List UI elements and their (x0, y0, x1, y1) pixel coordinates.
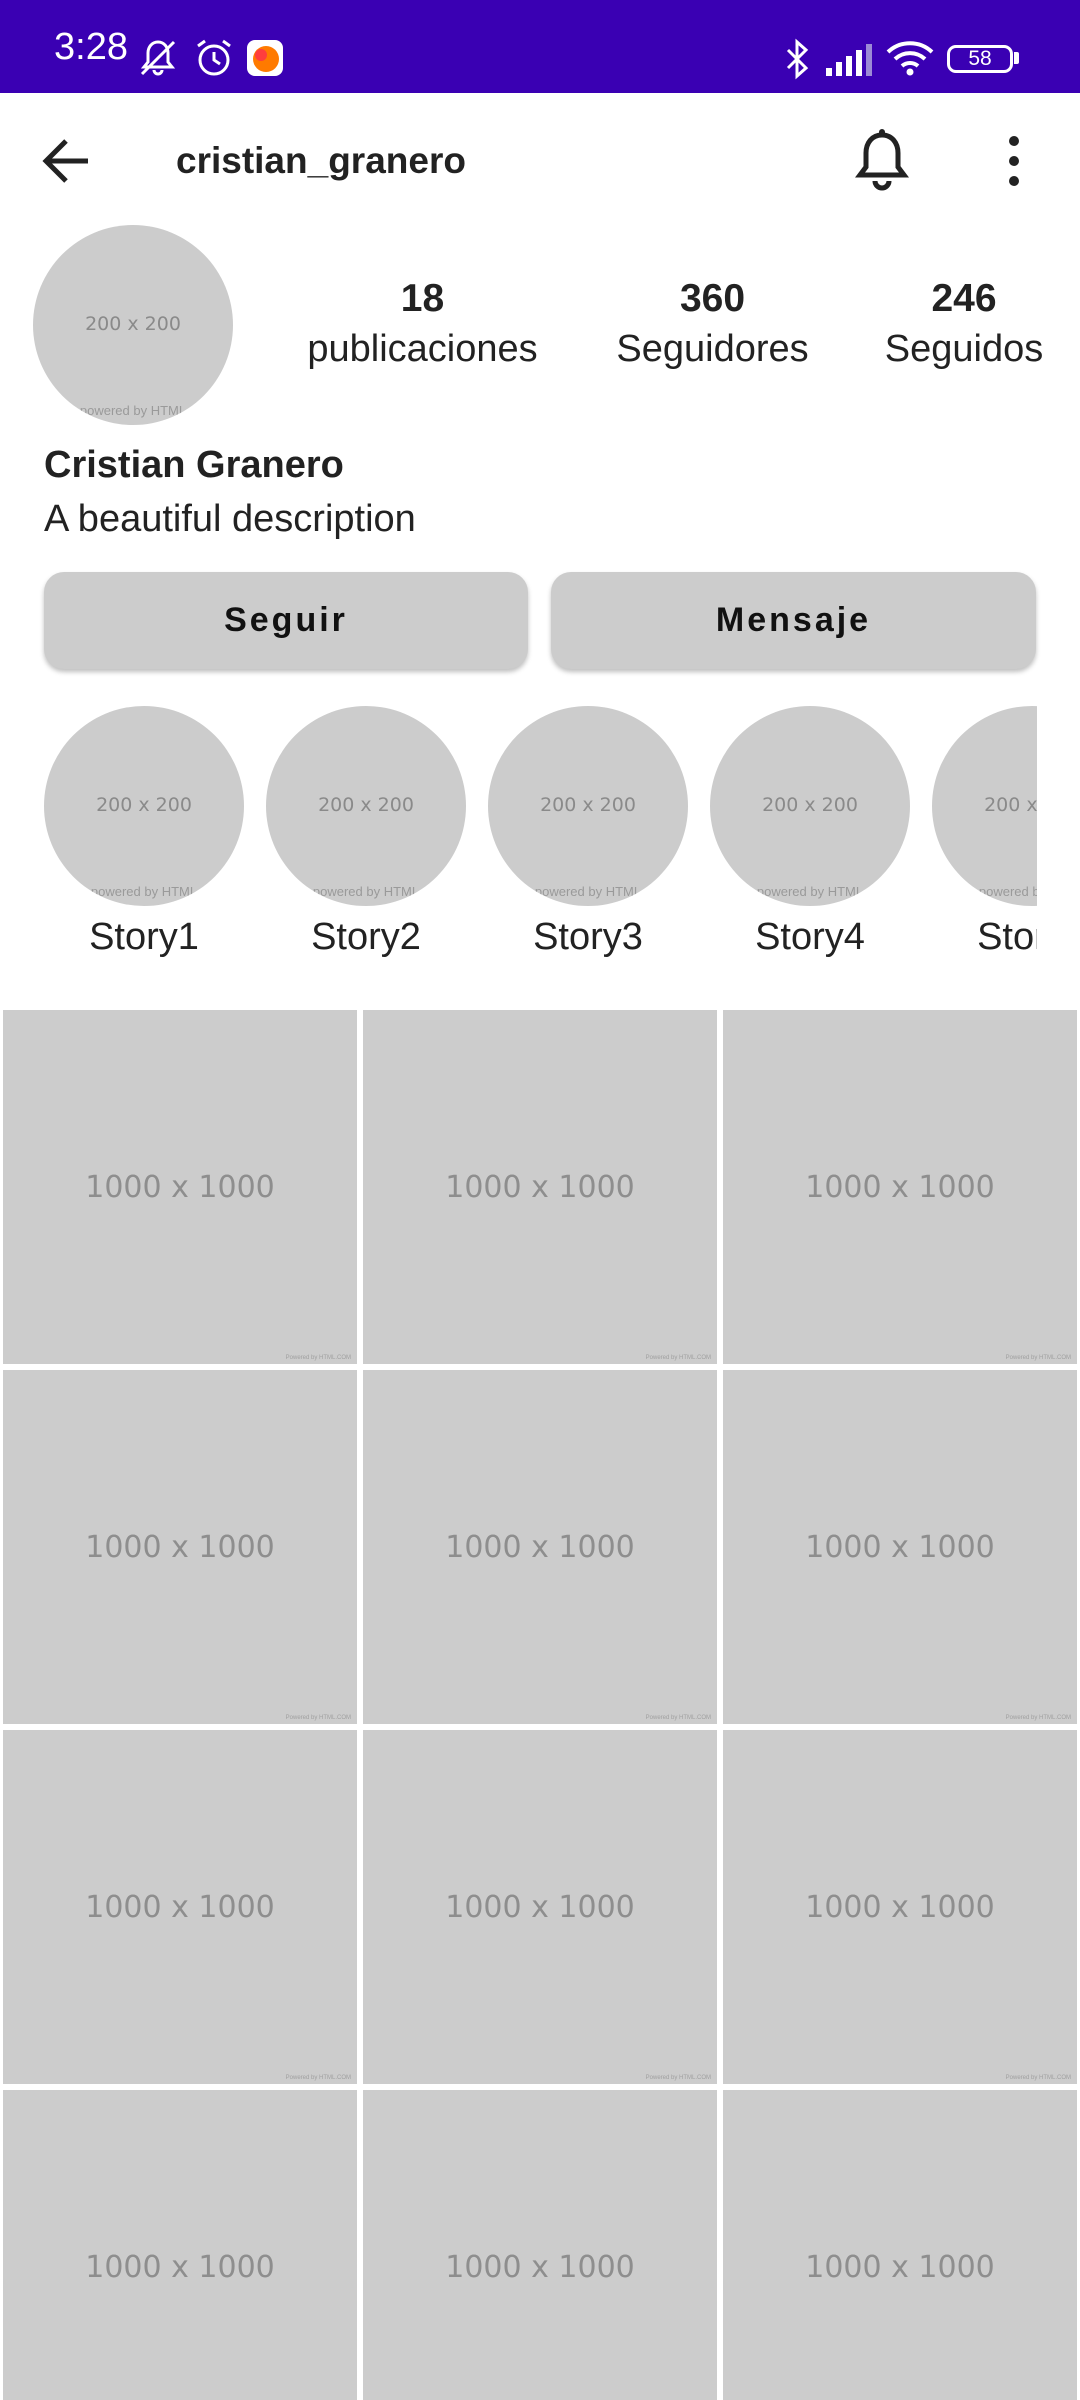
story-item[interactable]: 200 x 200 powered by HTML Story4 (710, 706, 910, 963)
status-bar: 3:28 58 (0, 0, 1080, 93)
post-placeholder-text: 1000 x 1000 (445, 2250, 635, 2285)
wifi-icon (886, 40, 934, 76)
story-thumbnail: 200 x 200 powered by HTML (488, 706, 688, 906)
story-placeholder-text: 200 x 200 (96, 794, 192, 816)
post-thumbnail[interactable]: 1000 x 1000 Powered by HTML.COM (3, 1370, 357, 1724)
story-credit-text: powered by HTML (756, 884, 864, 899)
post-placeholder-text: 1000 x 1000 (445, 1530, 635, 1565)
profile-username: cristian_granero (176, 140, 466, 181)
story-label: Story2 (311, 916, 421, 958)
post-thumbnail[interactable]: 1000 x 1000 Powered by HTML.COM (363, 1370, 717, 1724)
avatar-placeholder-text: 200 x 200 (85, 313, 181, 335)
story-thumbnail: 200 x 200 powered by HTML (266, 706, 466, 906)
stat-following-label: Seguidos (884, 328, 1044, 370)
story-placeholder-text: 200 x 200 (540, 794, 636, 816)
post-thumbnail[interactable]: 1000 x 1000 Powered by HTML.COM (723, 1370, 1077, 1724)
mute-bell-icon (136, 38, 180, 78)
post-thumbnail[interactable]: 1000 x 1000 Powered by HTML.COM (3, 1730, 357, 2084)
post-placeholder-text: 1000 x 1000 (805, 1890, 995, 1925)
story-thumbnail: 200 x 200 powered by HTML (710, 706, 910, 906)
stat-following[interactable]: 246 Seguidos (870, 275, 1058, 375)
story-credit-text: powered by HTML (312, 884, 420, 899)
status-time: 3:28 (54, 26, 128, 68)
follow-button[interactable]: Seguir (44, 572, 528, 669)
story-thumbnail: 200 x 200 powered by HTML (44, 706, 244, 906)
bell-icon (855, 129, 909, 191)
post-thumbnail[interactable]: 1000 x 1000 Powered by HTML.COM (3, 1010, 357, 1364)
post-placeholder-text: 1000 x 1000 (85, 2250, 275, 2285)
story-label: Story5 (977, 916, 1037, 958)
post-placeholder-text: 1000 x 1000 (85, 1530, 275, 1565)
bluetooth-icon (784, 38, 812, 80)
story-placeholder-text: 200 x 200 (762, 794, 858, 816)
story-label: Story3 (533, 916, 643, 958)
posts-grid: 1000 x 1000 Powered by HTML.COM 1000 x 100… (0, 1008, 1080, 2400)
post-thumbnail[interactable]: 1000 x 1000 Powered by HTML.COM (723, 1730, 1077, 2084)
back-button[interactable] (38, 133, 94, 189)
stat-posts-label: publicaciones (307, 328, 538, 370)
post-placeholder-text: 1000 x 1000 (85, 1170, 275, 1205)
post-thumbnail[interactable]: 1000 x 1000 Powered by HTML.COM (363, 1010, 717, 1364)
story-thumbnail: 200 x 200 powered by HTML (932, 706, 1037, 906)
more-vert-icon (1009, 136, 1019, 186)
app-notification-icon (247, 40, 283, 76)
message-button[interactable]: Mensaje (551, 572, 1036, 669)
app-bar: cristian_granero (0, 93, 1080, 228)
post-placeholder-text: 1000 x 1000 (805, 2250, 995, 2285)
post-placeholder-text: 1000 x 1000 (445, 1170, 635, 1205)
post-thumbnail[interactable]: 1000 x 1000Powered by HTML.COM (363, 2090, 717, 2400)
post-credit-text: Powered by HTML.COM (1005, 1715, 1071, 1721)
post-thumbnail[interactable]: 1000 x 1000Powered by HTML.COM (3, 2090, 357, 2400)
profile-full-name: Cristian Granero (44, 444, 344, 486)
story-credit-text: powered by HTML (978, 884, 1037, 899)
post-credit-text: Powered by HTML.COM (285, 1355, 351, 1361)
post-placeholder-text: 1000 x 1000 (85, 1890, 275, 1925)
story-item[interactable]: 200 x 200 powered by HTML Story2 (266, 706, 466, 963)
stat-following-value: 246 (931, 277, 997, 320)
post-credit-text: Powered by HTML.COM (645, 2075, 711, 2081)
stat-followers[interactable]: 360 Seguidores (605, 275, 820, 375)
story-item[interactable]: 200 x 200 powered by HTML Story5 (932, 706, 1037, 963)
avatar-credit-text: powered by HTML (79, 403, 187, 418)
notifications-button[interactable] (852, 127, 912, 193)
post-credit-text: Powered by HTML.COM (645, 1355, 711, 1361)
stat-posts[interactable]: 18 publicaciones (295, 275, 550, 375)
post-placeholder-text: 1000 x 1000 (445, 1890, 635, 1925)
story-placeholder-text: 200 x 200 (318, 794, 414, 816)
stat-followers-label: Seguidores (616, 328, 809, 370)
post-thumbnail[interactable]: 1000 x 1000 Powered by HTML.COM (723, 1010, 1077, 1364)
post-credit-text: Powered by HTML.COM (285, 1715, 351, 1721)
post-credit-text: Powered by HTML.COM (1005, 2075, 1071, 2081)
battery-icon: 58 (947, 45, 1013, 73)
post-thumbnail[interactable]: 1000 x 1000Powered by HTML.COM (723, 2090, 1077, 2400)
more-options-button[interactable] (994, 133, 1034, 189)
profile-avatar[interactable]: 200 x 200 powered by HTML (33, 225, 233, 425)
stat-followers-value: 360 (679, 277, 746, 320)
story-credit-text: powered by HTML (534, 884, 642, 899)
stat-posts-value: 18 (400, 277, 445, 320)
story-label: Story4 (755, 916, 865, 958)
post-thumbnail[interactable]: 1000 x 1000 Powered by HTML.COM (363, 1730, 717, 2084)
post-credit-text: Powered by HTML.COM (285, 2075, 351, 2081)
alarm-icon (194, 38, 234, 78)
signal-icon (826, 44, 874, 76)
profile-bio: A beautiful description (44, 498, 416, 540)
post-placeholder-text: 1000 x 1000 (805, 1530, 995, 1565)
post-credit-text: Powered by HTML.COM (645, 1715, 711, 1721)
arrow-back-icon (42, 139, 88, 183)
story-label: Story1 (89, 916, 199, 958)
story-placeholder-text: 200 x 200 (984, 794, 1037, 816)
post-credit-text: Powered by HTML.COM (1005, 1355, 1071, 1361)
story-item[interactable]: 200 x 200 powered by HTML Story1 (44, 706, 244, 963)
story-item[interactable]: 200 x 200 powered by HTML Story3 (488, 706, 688, 963)
battery-tip (1014, 52, 1019, 64)
stories-row[interactable]: 200 x 200 powered by HTML Story1 200 x 2… (44, 706, 1037, 976)
story-credit-text: powered by HTML (90, 884, 198, 899)
post-placeholder-text: 1000 x 1000 (805, 1170, 995, 1205)
